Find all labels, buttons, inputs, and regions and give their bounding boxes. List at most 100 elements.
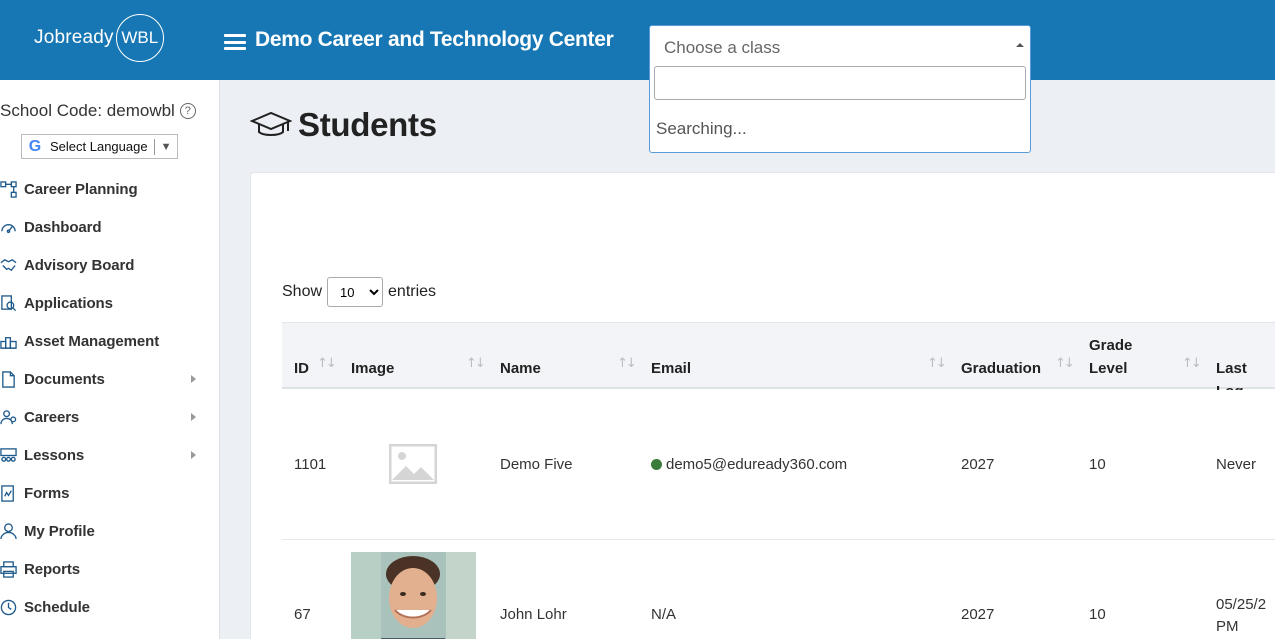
class-search-status: Searching...	[656, 119, 747, 138]
sidebar-nav: Career Planning Dashboard Advisory Board…	[0, 170, 219, 626]
sort-icon[interactable]: ↑↓	[1182, 356, 1202, 371]
sidebar-item-label: Asset Management	[24, 332, 160, 350]
cell-id: 67	[294, 606, 311, 623]
online-status-icon	[651, 459, 662, 470]
sidebar-item-dashboard[interactable]: Dashboard	[0, 208, 219, 246]
column-label-line1: Grade	[1089, 337, 1133, 354]
sidebar-item-career-planning[interactable]: Career Planning	[0, 170, 219, 208]
sort-icon[interactable]: ↑↓	[927, 356, 947, 371]
clock-icon	[0, 598, 18, 616]
sidebar-item-label: Applications	[24, 294, 113, 312]
sidebar-item-label: Advisory Board	[24, 256, 135, 274]
center-name: Demo Career and Technology Center	[255, 28, 614, 51]
caret-up-icon[interactable]	[1016, 43, 1024, 47]
applications-icon	[0, 294, 18, 312]
cell-email: N/A	[651, 606, 677, 623]
careers-icon	[0, 408, 18, 426]
column-label: Image	[351, 360, 395, 377]
sidebar-item-reports[interactable]: Reports	[0, 550, 219, 588]
column-label: Name	[500, 360, 541, 377]
sidebar-item-asset-management[interactable]: Asset Management	[0, 322, 219, 360]
help-icon[interactable]: ?	[179, 103, 196, 119]
sort-icon[interactable]: ↑↓	[317, 356, 337, 371]
last-login-date: 05/25/2	[1216, 596, 1267, 613]
sidebar-item-documents[interactable]: Documents	[0, 360, 219, 398]
sidebar-item-applications[interactable]: Applications	[0, 284, 219, 322]
divider	[153, 138, 155, 155]
sort-icon[interactable]: ↑↓	[617, 356, 637, 371]
logo-text: Jobready	[34, 27, 114, 48]
document-icon	[0, 370, 18, 388]
graduation-cap-icon	[250, 111, 292, 136]
column-label-line2: Level	[1089, 360, 1128, 377]
column-label: Graduation	[961, 360, 1042, 377]
school-code-text: School Code: demowbl	[0, 101, 175, 120]
language-select-label: Select Language	[50, 139, 148, 154]
show-entries: Show 10 25 50 100 entries	[282, 277, 436, 307]
sidebar-item-careers[interactable]: Careers	[0, 398, 219, 436]
table-row[interactable]: 67 John Lohr N/A 2027 10 05/25/2 PM	[282, 541, 1275, 639]
column-label: Email	[651, 360, 692, 377]
dropdown-arrow-icon: ▼	[160, 140, 172, 153]
class-select-placeholder[interactable]: Choose a class	[664, 38, 780, 58]
asset-icon	[0, 332, 18, 350]
class-select-dropdown[interactable]: Choose a class Searching...	[649, 25, 1031, 153]
sidebar-item-label: Schedule	[24, 598, 90, 616]
top-bar: Jobready WBL Demo Career and Technology …	[0, 0, 1275, 153]
cell-id: 1101	[294, 456, 327, 473]
handshake-icon	[0, 256, 18, 274]
sort-icon[interactable]: ↑↓	[466, 356, 486, 371]
menu-toggle-icon[interactable]	[224, 34, 246, 50]
lessons-icon	[0, 446, 18, 464]
jobready-logo[interactable]: Jobready WBL	[34, 14, 164, 62]
cell-email[interactable]: demo5@eduready360.com	[651, 456, 847, 473]
sidebar-item-label: Forms	[24, 484, 70, 502]
student-photo	[351, 552, 476, 639]
sidebar-item-schedule[interactable]: Schedule	[0, 588, 219, 626]
printer-icon	[0, 560, 18, 578]
page-title: Students	[250, 106, 437, 144]
user-icon	[0, 522, 18, 540]
column-label: ID	[294, 360, 309, 377]
last-login-time: PM	[1216, 618, 1239, 635]
google-icon: G	[28, 137, 42, 155]
sidebar-item-label: Reports	[24, 560, 80, 578]
cell-graduation: 2027	[961, 456, 995, 473]
cell-grade: 10	[1089, 456, 1106, 473]
table-header: ID ↑↓ Image ↑↓ Name ↑↓ Email ↑↓ Graduati…	[282, 322, 1275, 400]
logo-badge: WBL	[115, 14, 164, 62]
sidebar-item-my-profile[interactable]: My Profile	[0, 512, 219, 550]
entries-label: entries	[388, 283, 437, 300]
page-title-text: Students	[298, 106, 437, 143]
page-size-select[interactable]: 10 25 50 100	[327, 277, 384, 307]
image-placeholder-icon	[389, 444, 437, 484]
email-text: demo5@eduready360.com	[666, 456, 848, 473]
table-row[interactable]: 1101 Demo Five demo5@eduready360.com 202…	[282, 390, 1275, 540]
chevron-right-icon[interactable]	[191, 375, 196, 383]
class-search-input[interactable]	[654, 66, 1026, 100]
show-label: Show	[282, 283, 323, 300]
career-planning-icon	[0, 180, 18, 198]
sidebar-item-lessons[interactable]: Lessons	[0, 436, 219, 474]
sidebar-item-label: Dashboard	[24, 218, 102, 236]
cell-last-login: Never	[1216, 456, 1257, 473]
language-select[interactable]: G Select Language ▼	[21, 134, 178, 159]
sort-icon[interactable]: ↑↓	[1055, 356, 1075, 371]
sidebar: School Code: demowbl ? G Select Language…	[0, 80, 220, 639]
sidebar-item-label: Careers	[24, 408, 80, 426]
chevron-right-icon[interactable]	[191, 451, 196, 459]
sidebar-item-label: My Profile	[24, 522, 95, 540]
chevron-right-icon[interactable]	[191, 413, 196, 421]
cell-name[interactable]: Demo Five	[500, 456, 573, 473]
forms-icon	[0, 484, 18, 502]
cell-grade: 10	[1089, 606, 1106, 623]
sidebar-item-label: Career Planning	[24, 180, 138, 198]
cell-last-login: 05/25/2 PM	[1216, 594, 1266, 638]
sidebar-item-advisory-board[interactable]: Advisory Board	[0, 246, 219, 284]
cell-graduation: 2027	[961, 606, 995, 623]
sidebar-item-forms[interactable]: Forms	[0, 474, 219, 512]
sidebar-item-label: Documents	[24, 370, 105, 388]
school-code: School Code: demowbl ?	[0, 101, 196, 121]
cell-name[interactable]: John Lohr	[500, 606, 567, 623]
sidebar-item-label: Lessons	[24, 446, 85, 464]
